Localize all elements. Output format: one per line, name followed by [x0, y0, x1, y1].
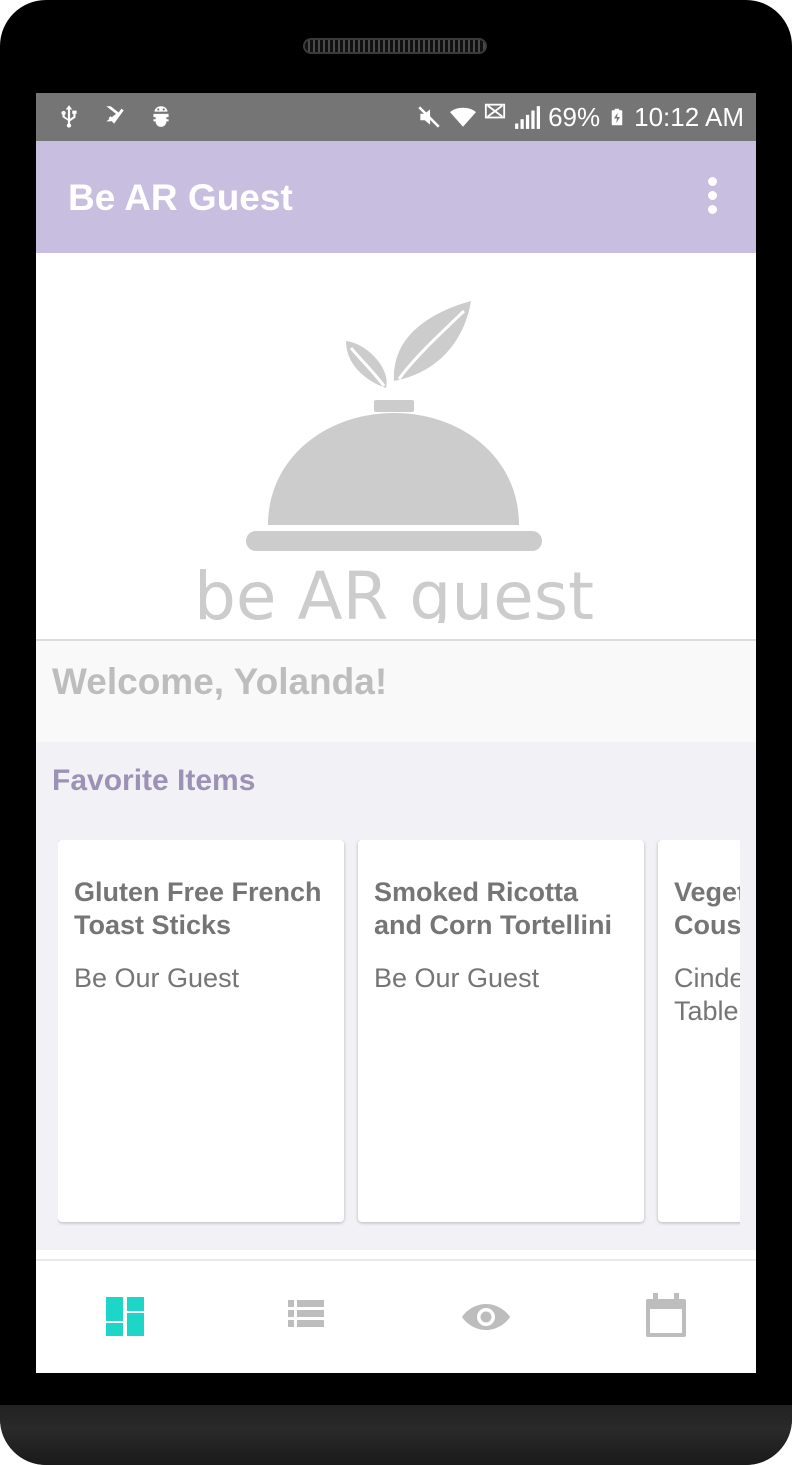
- app-bar: Be AR Guest: [36, 141, 756, 253]
- android-debug-icon: [153, 106, 169, 127]
- favorite-item-name: Smoked Ricotta and Corn Tortellini: [374, 877, 612, 940]
- check-download-icon: [106, 106, 124, 124]
- eye-icon[interactable]: [458, 1289, 514, 1345]
- serving-cloche-icon: be AR guest: [196, 301, 594, 623]
- hero-banner: be AR guest: [36, 253, 756, 641]
- calendar-icon[interactable]: [638, 1289, 694, 1345]
- battery-percent: 69%: [548, 101, 601, 132]
- phone-frame: 69% 10:12 AM Be AR Guest be AR guest Wel…: [0, 0, 792, 1465]
- dashboard-icon[interactable]: [98, 1289, 154, 1345]
- phone-chin: [0, 1405, 792, 1465]
- status-bar: 69% 10:12 AM: [36, 93, 756, 141]
- usb-icon: [61, 105, 77, 128]
- favorite-card[interactable]: Gluten Free French Toast Sticks Be Our G…: [58, 840, 344, 1222]
- app-title: Be AR Guest: [68, 177, 293, 218]
- favorite-item-restaurant: Be Our Guest: [74, 963, 240, 993]
- bottom-navigation: [36, 1261, 756, 1373]
- list-icon[interactable]: [278, 1289, 334, 1345]
- status-time: 10:12 AM: [634, 101, 744, 132]
- more-vert-icon[interactable]: [692, 171, 732, 221]
- favorite-card[interactable]: Vegetable Couscous Cinderella's Royal Ta…: [658, 840, 740, 1222]
- favorite-item-name: Gluten Free French Toast Sticks: [74, 877, 322, 940]
- logo-text: be AR guest: [196, 558, 594, 623]
- welcome-message: Welcome, Yolanda!: [52, 661, 388, 702]
- no-data-icon: [485, 103, 506, 119]
- welcome-section: Welcome, Yolanda!: [36, 641, 756, 742]
- mute-icon: [418, 106, 440, 128]
- favorites-title: Favorite Items: [52, 764, 256, 797]
- favorites-carousel[interactable]: Gluten Free French Toast Sticks Be Our G…: [58, 840, 740, 1226]
- speaker-grille: [303, 38, 487, 54]
- favorite-item-restaurant: Cinderella's Royal Table: [674, 963, 740, 1026]
- favorite-item-name: Vegetable Couscous: [674, 877, 740, 940]
- battery-charging-icon: [611, 108, 623, 126]
- favorite-card[interactable]: Smoked Ricotta and Corn Tortellini Be Ou…: [358, 840, 644, 1222]
- signal-icon: [515, 106, 541, 129]
- app-screen: 69% 10:12 AM Be AR Guest be AR guest Wel…: [36, 93, 756, 1373]
- wifi-icon: [450, 107, 477, 127]
- favorites-section: Favorite Items Gluten Free French Toast …: [36, 742, 756, 1250]
- favorite-item-restaurant: Be Our Guest: [374, 963, 540, 993]
